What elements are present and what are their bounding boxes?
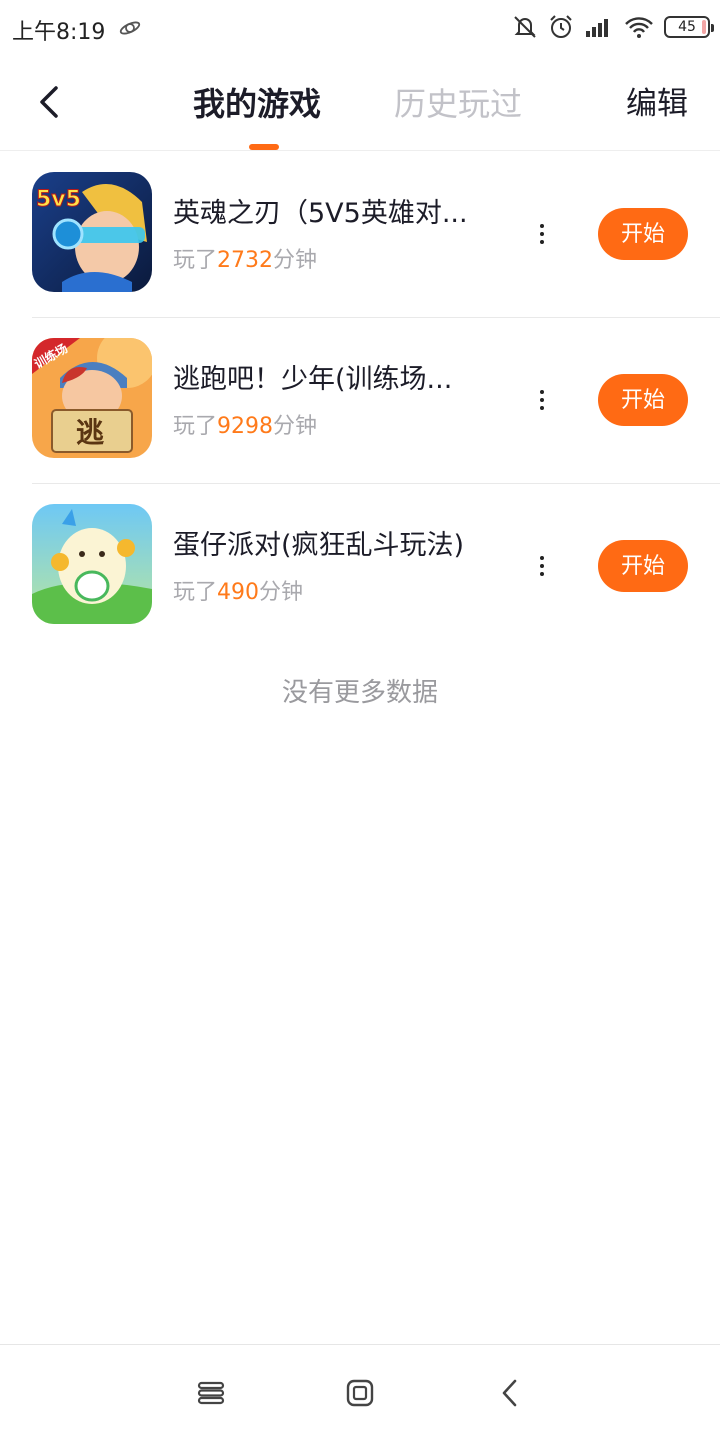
start-button[interactable]: 开始	[598, 208, 688, 260]
more-options-icon[interactable]	[530, 546, 554, 586]
home-icon[interactable]	[342, 1375, 378, 1411]
more-options-icon[interactable]	[530, 214, 554, 254]
start-button[interactable]: 开始	[598, 374, 688, 426]
game-name[interactable]: 英魂之刃（5V5英雄对...	[173, 194, 503, 234]
status-time: 上午8:19	[12, 20, 106, 45]
more-options-icon[interactable]	[530, 380, 554, 420]
game-name[interactable]: 蛋仔派对(疯狂乱斗玩法)	[173, 526, 503, 566]
play-time: 玩了490分钟	[173, 578, 303, 608]
signal-icon	[584, 15, 614, 39]
tab-my-games[interactable]: 我的游戏	[193, 84, 321, 124]
play-time-prefix: 玩了	[173, 248, 218, 273]
no-more-data-text: 没有更多数据	[281, 678, 438, 708]
game-row[interactable]: 蛋仔派对(疯狂乱斗玩法) 玩了490分钟 开始	[0, 484, 720, 650]
play-time-minutes: 490	[217, 580, 260, 605]
battery-level: 45	[678, 19, 696, 35]
play-time-suffix: 分钟	[273, 248, 318, 273]
battery-icon: 45	[664, 16, 714, 38]
game-name[interactable]: 逃跑吧！少年(训练场...	[173, 360, 503, 400]
start-button[interactable]: 开始	[598, 540, 688, 592]
game-icon-eggy[interactable]	[32, 504, 152, 624]
play-time-minutes: 2732	[217, 248, 274, 273]
menu-icon[interactable]	[193, 1375, 229, 1411]
edit-button[interactable]: 编辑	[626, 84, 688, 124]
game-row[interactable]: 逃 训练场 逃跑吧！少年(训练场... 玩了9298分钟 开始	[0, 318, 720, 484]
svg-text:逃: 逃	[76, 416, 104, 449]
game-list: 5v5 英魂之刃（5V5英雄对... 玩了2732分钟 开始 逃 训练场 逃跑吧…	[0, 152, 720, 650]
back-arrow-icon[interactable]	[30, 82, 70, 122]
mute-icon	[512, 14, 538, 40]
alarm-icon	[548, 14, 574, 40]
play-time: 玩了9298分钟	[173, 412, 317, 442]
back-icon[interactable]	[493, 1375, 529, 1411]
tab-history[interactable]: 历史玩过	[394, 84, 522, 124]
play-time-suffix: 分钟	[259, 580, 304, 605]
play-time-prefix: 玩了	[173, 414, 218, 439]
game-row[interactable]: 5v5 英魂之刃（5V5英雄对... 玩了2732分钟 开始	[0, 152, 720, 318]
svg-text:5v5: 5v5	[36, 187, 81, 212]
play-time-minutes: 9298	[217, 414, 274, 439]
play-time-prefix: 玩了	[173, 580, 218, 605]
app-notification-icon	[118, 16, 142, 40]
wifi-icon	[624, 15, 654, 39]
play-time-suffix: 分钟	[273, 414, 318, 439]
header: 我的游戏 历史玩过 编辑	[0, 56, 720, 151]
game-icon-escape[interactable]: 逃 训练场	[32, 338, 152, 458]
play-time: 玩了2732分钟	[173, 246, 317, 276]
tab-indicator	[249, 144, 279, 150]
game-icon-5v5-hero[interactable]: 5v5	[32, 172, 152, 292]
status-icons: 45	[512, 12, 714, 42]
system-nav-bar	[0, 1344, 720, 1440]
status-bar: 上午8:19 45	[0, 0, 720, 56]
